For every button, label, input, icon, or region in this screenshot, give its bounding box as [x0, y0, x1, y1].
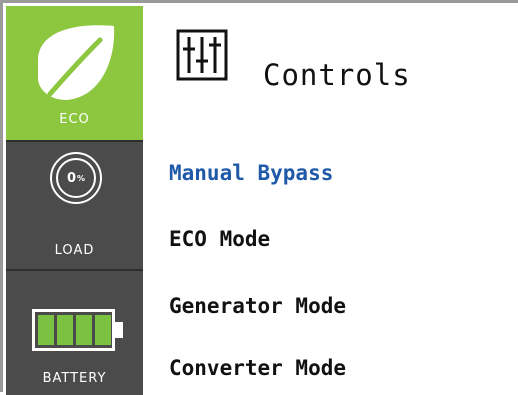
menu-item-converter-mode[interactable]: Converter Mode	[169, 356, 346, 380]
battery-cell	[76, 315, 92, 345]
menu-item-manual-bypass[interactable]: Manual Bypass	[169, 161, 333, 185]
eco-label: ECO	[59, 112, 90, 127]
load-label: LOAD	[54, 243, 95, 258]
load-value-unit: %	[77, 173, 86, 183]
sidebar-tile-eco[interactable]: ECO	[6, 6, 143, 140]
load-gauge-icon: 0%	[50, 152, 102, 204]
load-value: 0%	[56, 158, 96, 198]
menu-item-generator-mode[interactable]: Generator Mode	[169, 294, 346, 318]
sidebar: ECO 0% LOAD BATTERY	[6, 6, 143, 395]
battery-cell	[57, 315, 73, 345]
battery-cell	[95, 315, 111, 345]
battery-icon	[32, 309, 123, 351]
sidebar-tile-load[interactable]: 0% LOAD	[6, 140, 143, 269]
device-screen: ECO 0% LOAD BATTERY Controls Manual Bypa…	[0, 0, 518, 395]
leaf-icon	[38, 25, 115, 100]
sliders-icon	[176, 29, 228, 81]
page-title: Controls	[263, 58, 411, 92]
battery-cell	[38, 315, 54, 345]
menu-item-eco-mode[interactable]: ECO Mode	[169, 227, 270, 251]
load-value-number: 0	[66, 170, 77, 186]
main-panel: Controls Manual Bypass ECO Mode Generato…	[143, 6, 518, 395]
battery-label: BATTERY	[42, 371, 107, 386]
sidebar-tile-battery[interactable]: BATTERY	[6, 269, 143, 395]
